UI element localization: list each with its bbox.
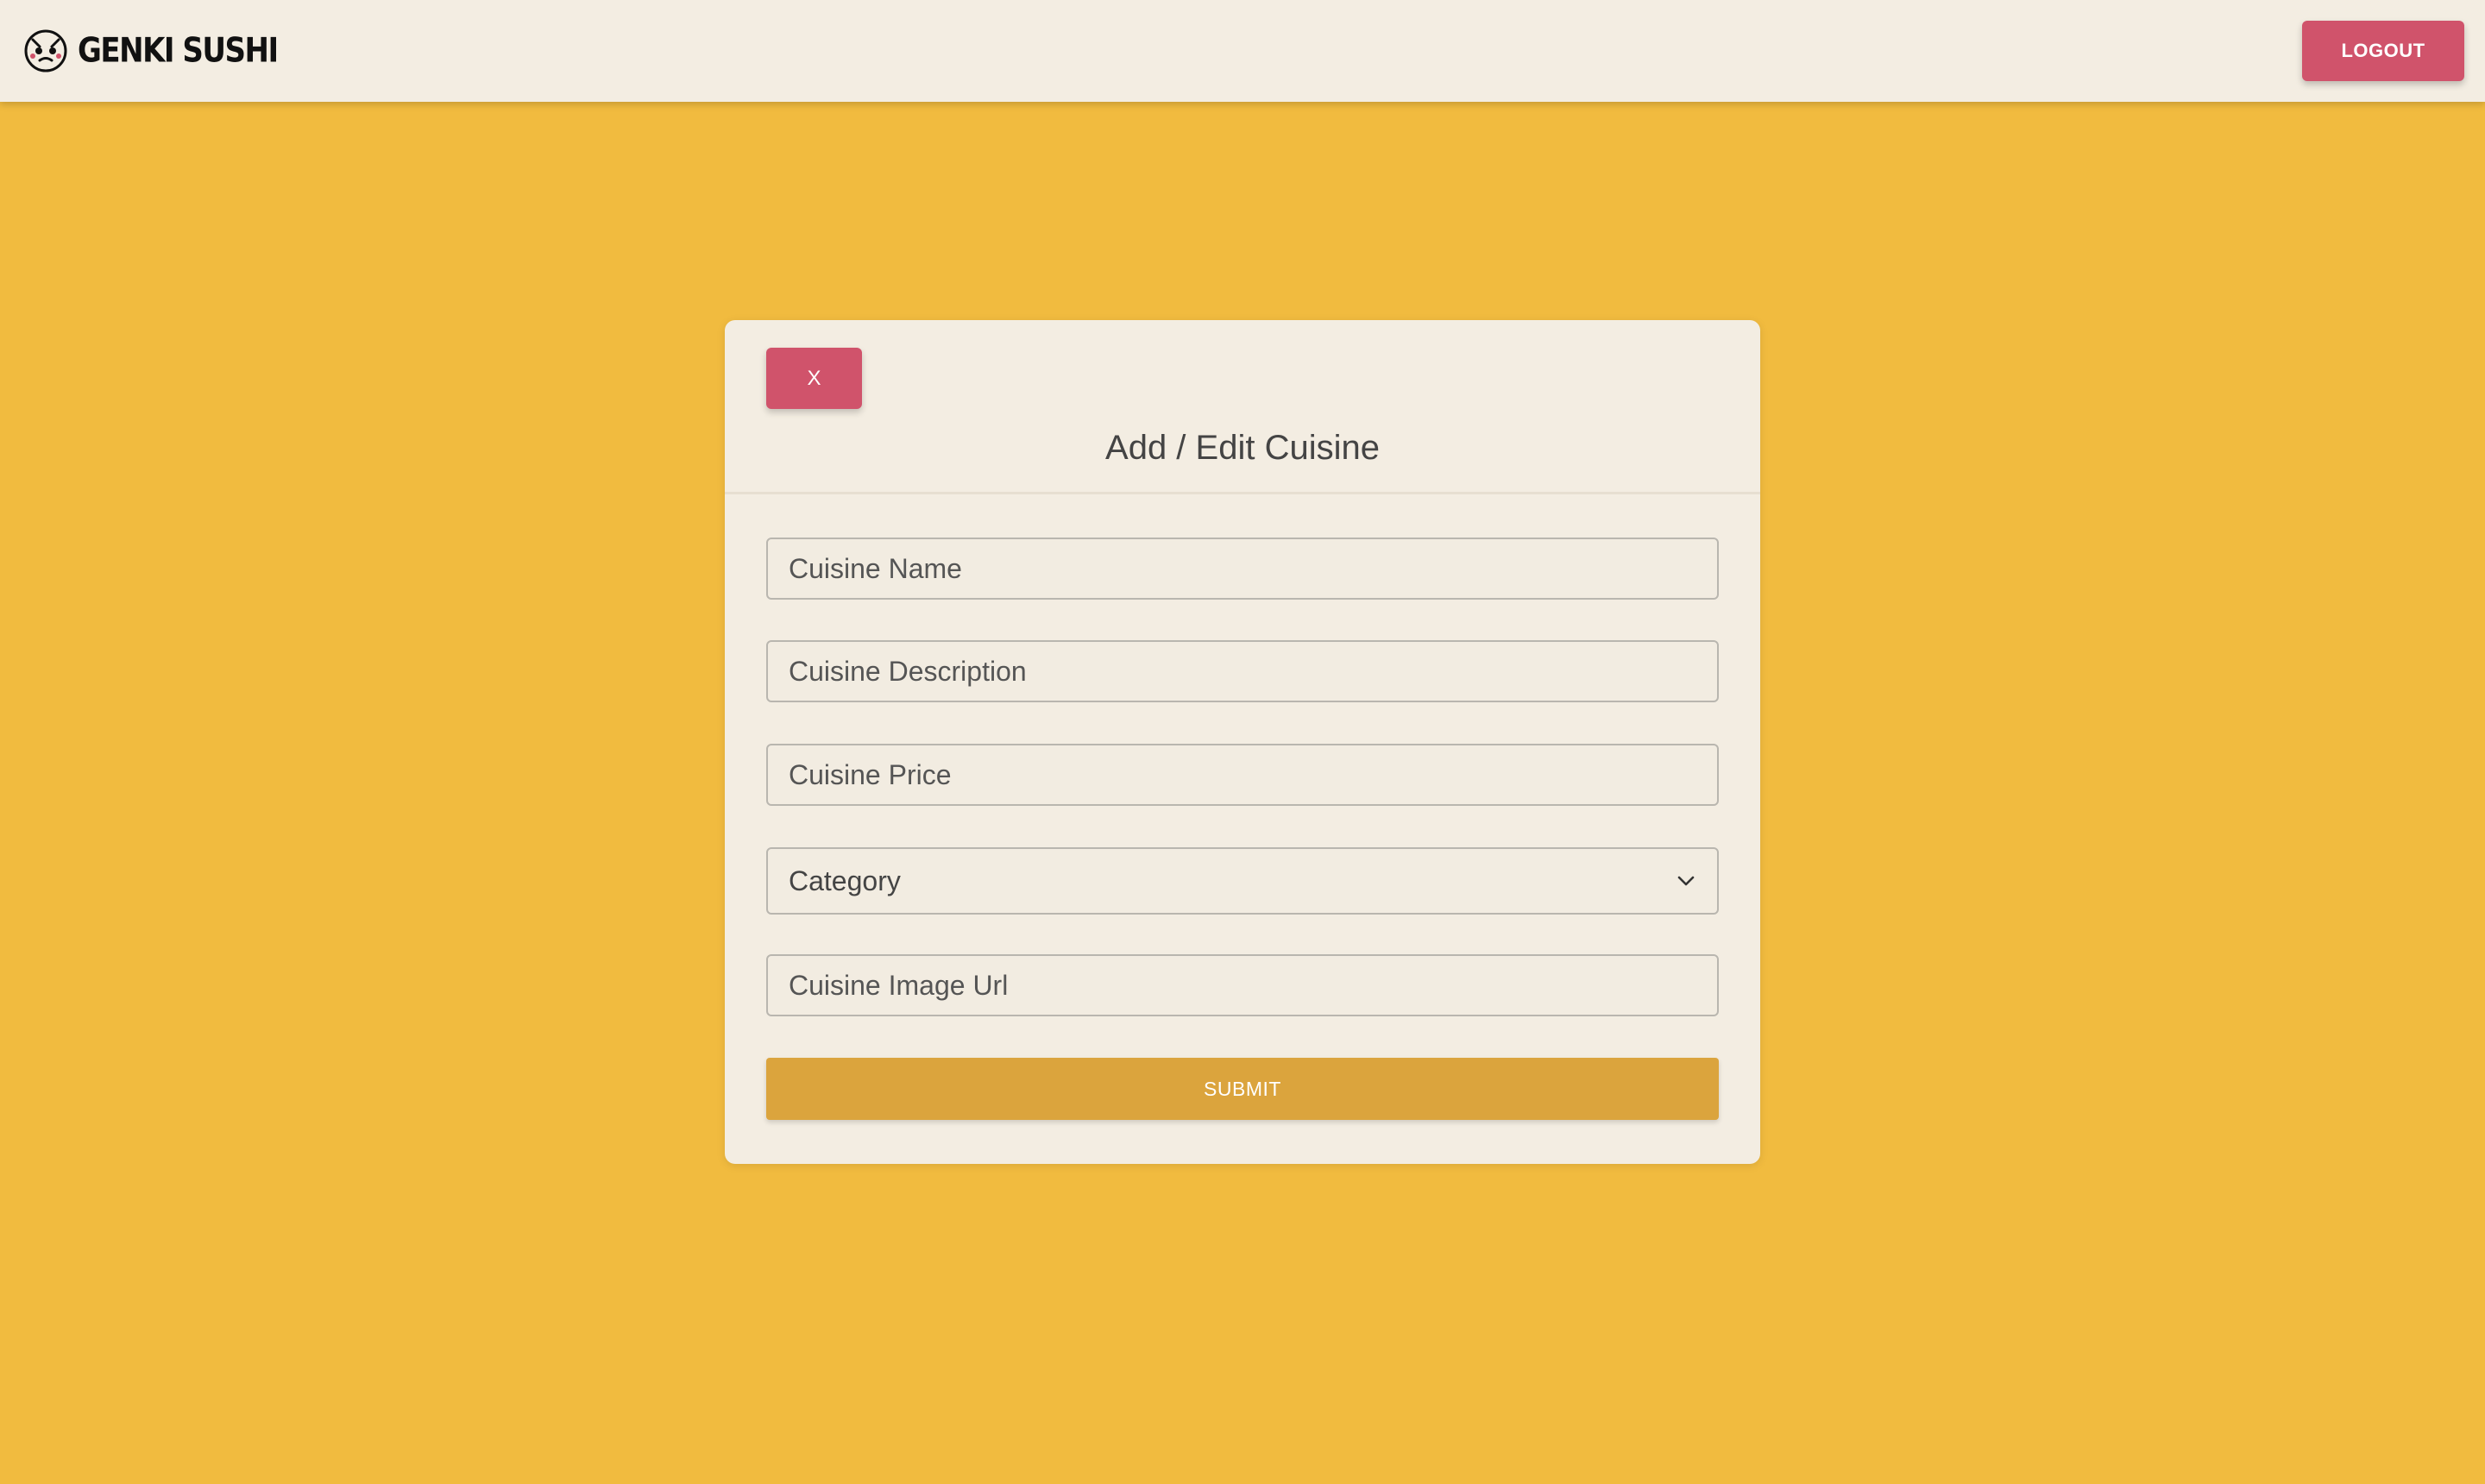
category-select[interactable]: Category bbox=[766, 847, 1719, 915]
logout-button[interactable]: LOGOUT bbox=[2302, 21, 2464, 81]
add-edit-cuisine-modal: X Add / Edit Cuisine Category SUBMIT bbox=[725, 320, 1760, 1164]
modal-title: Add / Edit Cuisine bbox=[1105, 429, 1380, 467]
brand-name: GENKI SUSHI bbox=[78, 31, 279, 71]
top-navbar: GENKI SUSHI LOGOUT bbox=[0, 0, 2485, 102]
modal-header: X Add / Edit Cuisine bbox=[725, 320, 1760, 494]
cuisine-description-input[interactable] bbox=[766, 640, 1719, 702]
cuisine-price-input[interactable] bbox=[766, 744, 1719, 806]
submit-button[interactable]: SUBMIT bbox=[766, 1058, 1719, 1120]
cuisine-image-url-input[interactable] bbox=[766, 954, 1719, 1016]
category-select-value: Category bbox=[789, 865, 901, 896]
chevron-down-icon bbox=[1677, 876, 1695, 886]
brand[interactable]: GENKI SUSHI bbox=[22, 28, 279, 74]
cuisine-name-input[interactable] bbox=[766, 538, 1719, 600]
genki-sushi-logo-icon bbox=[24, 29, 67, 72]
close-button[interactable]: X bbox=[766, 348, 862, 409]
